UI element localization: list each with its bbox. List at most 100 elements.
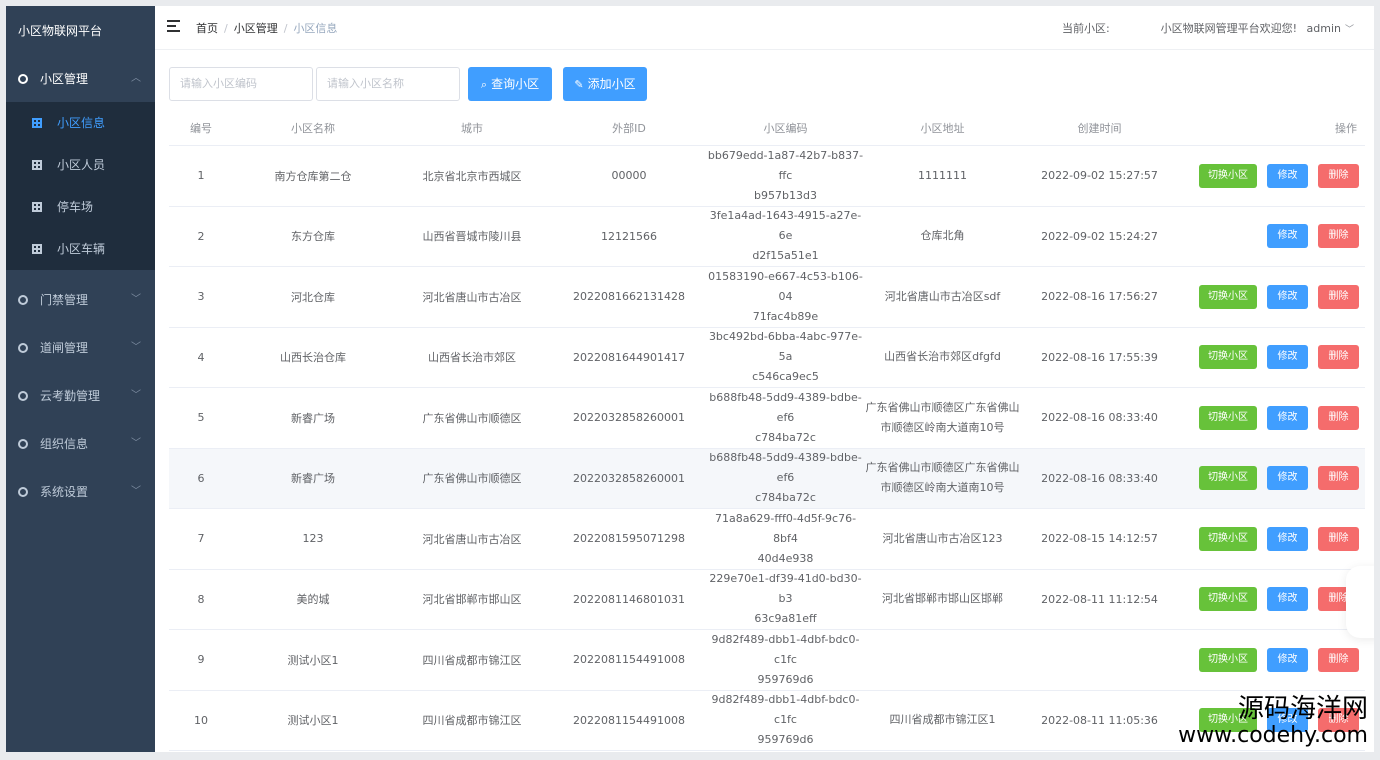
edit-button[interactable]: 修改 [1267,466,1308,491]
sidebar-item-community-info[interactable]: 小区信息 [6,102,155,144]
cell-city: 河北省邯郸市邯山区 [422,593,522,607]
grid-icon [32,160,42,170]
grid-icon [32,244,42,254]
edit-button[interactable]: 修改 [1267,345,1308,370]
cell-no: 2 [197,229,205,243]
delete-button[interactable]: 删除 [1318,345,1359,370]
switch-community-button[interactable]: 切换小区 [1199,647,1257,672]
cell-code-line2: d2f15a51e1 [752,249,819,263]
cell-code-line2: b957b13d3 [754,188,817,202]
delete-button[interactable]: 删除 [1318,284,1359,309]
breadcrumb-community[interactable]: 小区管理 [234,22,278,35]
cell-address-line1: 河北省唐山市古冶区123 [882,531,1003,545]
cell-code-line1: 229e70e1-df39-41d0-bd30-b3 [709,572,862,606]
cell-address: 山西省长治市郊区dfgfd [864,347,1021,367]
sidebar-item-parking[interactable]: 停车场 [6,186,155,228]
table-row: 4 山西长治仓库 山西省长治市郊区 2022081644901417 3bc492bd-… [169,327,1365,388]
switch-community-button[interactable]: 切换小区 [1199,587,1257,612]
cell-code: 9d82f489-dbb1-4dbf-bdc0-c1fc 959769d6 [707,690,864,750]
header-name: 小区名称 [291,122,335,135]
switch-community-button[interactable]: 切换小区 [1199,163,1257,188]
menu-community-management[interactable]: 小区管理 ︿ [6,56,155,102]
cell-name: 南方仓库第二仓 [274,169,352,183]
watermark-url: www.codehy.com [1178,723,1368,748]
community-table: 编号 小区名称 城市 外部ID 小区编码 小区地址 创建时间 操作 1 南方仓库第… [169,112,1365,751]
cell-actions: 切换小区 修改 删除 [1178,466,1365,491]
main-content: 首页 / 小区管理 / 小区信息 当前小区: 小区物联网管理平台欢迎您! admin ﹀ … [155,6,1374,752]
menu-attendance[interactable]: 云考勤管理 ﹀ [6,373,155,419]
cell-created: 2022-08-16 17:55:39 [1041,350,1158,364]
cell-code: 3bc492bd-6bba-4abc-977e-5a c546ca9ec5 [707,327,864,387]
add-button[interactable]: ✎ 添加小区 [563,67,647,101]
sidebar-item-label: 小区车辆 [57,242,106,256]
delete-button[interactable]: 删除 [1318,647,1359,672]
edit-button[interactable]: 修改 [1267,405,1308,430]
community-name-input[interactable]: 请输入小区名称 [316,67,460,101]
cell-actions: 切换小区 修改 删除 [1178,405,1365,430]
overlay-popup [1346,566,1374,638]
cell-name: 123 [302,532,324,546]
switch-community-button[interactable]: 切换小区 [1199,466,1257,491]
menu-barrier-gate[interactable]: 道闸管理 ﹀ [6,325,155,371]
query-button[interactable]: ⌕ 查询小区 [468,67,552,101]
cell-address: 1111111 [864,166,1021,186]
cell-code-line2: 959769d6 [757,733,814,747]
sidebar-item-community-people[interactable]: 小区人员 [6,144,155,186]
header-city: 城市 [461,122,483,135]
table-row: 8 美的城 河北省邯郸市邯山区 2022081146801031 229e70e1-df… [169,570,1365,630]
grid-icon [32,202,42,212]
cell-no: 4 [197,350,205,364]
switch-community-button[interactable]: 切换小区 [1199,526,1257,551]
edit-button[interactable]: 修改 [1267,647,1308,672]
hamburger-icon[interactable] [167,20,180,32]
cell-address-line1: 河北省邯郸市邯山区邯郸 [882,592,1003,606]
cell-actions: 切换小区 修改 删除 [1178,163,1365,188]
chevron-down-icon: ﹀ [131,342,141,353]
switch-community-button[interactable]: 切换小区 [1199,405,1257,430]
menu-access-control[interactable]: 门禁管理 ﹀ [6,277,155,323]
edit-button[interactable]: 修改 [1267,526,1308,551]
sidebar-item-label: 小区人员 [57,158,106,172]
query-button-label: 查询小区 [491,77,540,91]
breadcrumb-current: 小区信息 [293,22,338,35]
cell-code-line1: b688fb48-5dd9-4389-bdbe-ef6 [709,451,862,485]
table-row: 9 测试小区1 四川省成都市锦江区 2022081154491008 9d82f489-… [169,630,1365,691]
community-code-input[interactable]: 请输入小区编码 [169,67,313,101]
cell-address-line1: 仓库北角 [920,229,965,243]
cell-code-line1: b688fb48-5dd9-4389-bdbe-ef6 [709,390,862,424]
cell-external-id: 2022081595071298 [573,532,685,546]
delete-button[interactable]: 删除 [1318,466,1359,491]
cell-city: 山西省长治市郊区 [428,351,516,365]
cell-code-line2: 71fac4b89e [752,309,819,323]
sidebar-item-vehicles[interactable]: 小区车辆 [6,228,155,270]
cell-address-line2: 市顺德区岭南大道南10号 [880,420,1005,434]
chevron-down-icon: ﹀ [131,486,141,497]
menu-label: 系统设置 [40,485,89,499]
circle-icon [18,295,28,305]
delete-button[interactable]: 删除 [1318,526,1359,551]
header-external-id: 外部ID [612,122,646,135]
delete-button[interactable]: 删除 [1318,405,1359,430]
cell-code-line2: c546ca9ec5 [752,370,819,384]
edit-button[interactable]: 修改 [1267,284,1308,309]
cell-address-line1: 广东省佛山市顺德区广东省佛山 [865,461,1020,475]
add-button-label: 添加小区 [587,77,636,91]
cell-address-line1: 河北省唐山市古冶区sdf [884,289,1001,303]
edit-button[interactable]: 修改 [1267,587,1308,612]
user-menu[interactable]: 小区物联网管理平台欢迎您! admin ﹀ [1161,20,1354,36]
switch-community-button[interactable]: 切换小区 [1199,345,1257,370]
delete-button[interactable]: 删除 [1318,163,1359,188]
edit-button[interactable]: 修改 [1267,163,1308,188]
delete-button[interactable]: 删除 [1318,224,1359,249]
breadcrumb-home[interactable]: 首页 [196,22,218,35]
switch-community-button[interactable]: 切换小区 [1199,284,1257,309]
cell-code-line2: 959769d6 [757,672,814,686]
cell-external-id: 2022081146801031 [573,592,685,606]
cell-address: 河北省唐山市古冶区sdf [864,287,1021,307]
edit-button[interactable]: 修改 [1267,224,1308,249]
menu-system-settings[interactable]: 系统设置 ﹀ [6,469,155,515]
menu-organization[interactable]: 组织信息 ﹀ [6,421,155,467]
cell-created: 2022-08-16 17:56:27 [1041,290,1158,304]
chevron-down-icon: ﹀ [1344,25,1354,35]
cell-name: 新睿广场 [291,472,335,486]
